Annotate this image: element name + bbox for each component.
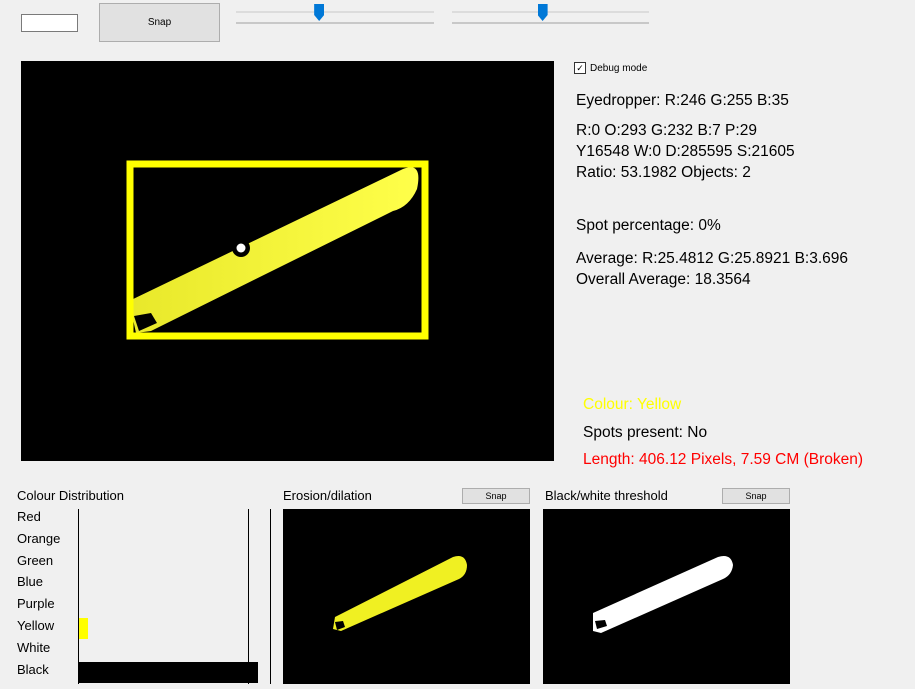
debug-label: Debug mode	[590, 62, 648, 74]
average-readout: Average: R:25.4812 G:25.8921 B:3.696	[576, 250, 849, 267]
distribution-label-white: White	[17, 639, 51, 655]
erosion-preview	[283, 509, 530, 684]
erosion-title: Erosion/dilation	[283, 488, 372, 503]
threshold-preview	[543, 509, 790, 684]
value-textbox[interactable]	[21, 14, 78, 32]
snap-button[interactable]: Snap	[99, 3, 220, 42]
camera-view[interactable]	[21, 61, 554, 461]
spot-percentage: Spot percentage: 0%	[576, 217, 721, 234]
debug-checkbox[interactable]: ✓	[574, 62, 586, 74]
eyedropper-readout: Eyedropper: R:246 G:255 B:35	[576, 92, 789, 109]
threshold-snap-button[interactable]: Snap	[722, 488, 790, 504]
threshold-title: Black/white threshold	[545, 488, 668, 503]
stats-line-2: Y16548 W:0 D:285595 S:21605	[576, 143, 795, 160]
distribution-label-yellow: Yellow	[17, 618, 55, 633]
slider-2-thumb[interactable]	[537, 4, 548, 21]
distribution-label-purple: Purple	[17, 596, 55, 612]
distribution-label-green: Green	[17, 552, 54, 568]
slider-2[interactable]	[452, 3, 649, 24]
slider-1-thumb[interactable]	[314, 4, 325, 21]
distribution-label-red: Red	[17, 509, 41, 524]
slider-1[interactable]	[236, 3, 434, 24]
distribution-label-blue: Blue	[17, 574, 44, 590]
spots-result: Spots present: No	[583, 424, 708, 441]
stats-line-1: R:0 O:293 G:232 B:7 P:29	[576, 122, 757, 139]
overall-average: Overall Average: 18.3564	[576, 271, 751, 288]
distribution-bar-black	[78, 661, 258, 683]
erosion-snap-button[interactable]: Snap	[462, 488, 530, 504]
debug-mode-toggle[interactable]: ✓ Debug mode	[574, 62, 647, 74]
distribution-bar-yellow	[78, 618, 88, 639]
colour-distribution-title: Colour Distribution	[17, 488, 124, 503]
colour-result: Colour: Yellow	[583, 396, 682, 413]
stats-line-3: Ratio: 53.1982 Objects: 2	[576, 164, 751, 181]
distribution-label-black: Black	[17, 661, 49, 677]
panel-divider	[270, 509, 271, 684]
distribution-label-orange: Orange	[17, 530, 61, 546]
glowstick-object	[129, 167, 419, 333]
distribution-axis-right	[248, 509, 249, 684]
distribution-axis-left	[78, 509, 79, 684]
length-result: Length: 406.12 Pixels, 7.59 CM (Broken)	[583, 451, 864, 468]
